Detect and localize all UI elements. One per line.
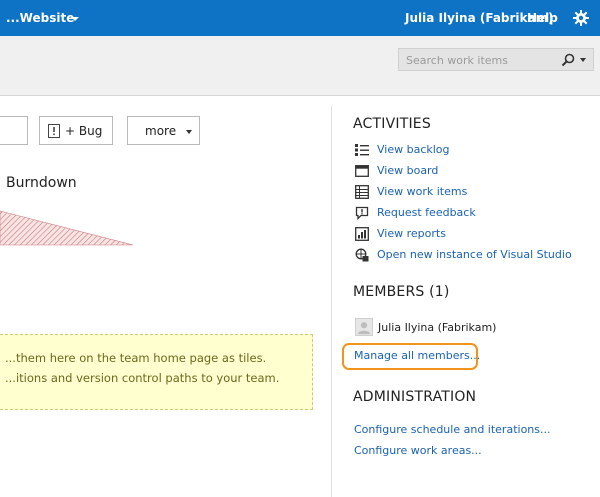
- new-bug-button[interactable]: + Bug: [39, 116, 113, 145]
- view-work-items-label: View work items: [377, 185, 468, 198]
- reports-icon: [355, 227, 369, 241]
- members-heading: MEMBERS (1): [353, 284, 450, 300]
- new-work-item-icon: [48, 124, 60, 138]
- view-board-link[interactable]: View board: [355, 163, 595, 179]
- burndown-chart[interactable]: [0, 208, 135, 248]
- feedback-bubble-icon: [355, 206, 369, 220]
- tip-box: ...them here on the team home page as ti…: [0, 334, 313, 410]
- member-name: Julia Ilyina (Fabrikam): [378, 321, 497, 334]
- open-visual-studio-label: Open new instance of Visual Studio: [377, 248, 572, 261]
- search-box[interactable]: [398, 48, 594, 71]
- request-feedback-link[interactable]: Request feedback: [355, 205, 595, 221]
- configure-schedule-link[interactable]: Configure schedule and iterations...: [354, 423, 551, 436]
- tip-line-2: ...itions and version control paths to y…: [5, 371, 280, 385]
- view-reports-label: View reports: [377, 227, 446, 240]
- work-items-grid-icon: [355, 185, 369, 199]
- chevron-down-icon[interactable]: [71, 17, 79, 21]
- project-name-link[interactable]: ...Website: [6, 11, 74, 25]
- new-item-button[interactable]: [0, 116, 28, 145]
- chevron-down-icon: [186, 130, 192, 134]
- panel-divider: [331, 106, 332, 497]
- configure-areas-link[interactable]: Configure work areas...: [354, 444, 482, 457]
- view-reports-link[interactable]: View reports: [355, 226, 595, 242]
- open-visual-studio-link[interactable]: Open new instance of Visual Studio: [355, 247, 595, 263]
- visual-studio-icon: [355, 248, 369, 262]
- more-button[interactable]: more: [127, 116, 200, 145]
- help-link[interactable]: Help: [527, 11, 558, 25]
- avatar-icon: [355, 318, 373, 336]
- more-label: more: [145, 124, 177, 138]
- gear-icon[interactable]: [573, 10, 589, 26]
- search-options-chevron-icon[interactable]: [580, 58, 586, 62]
- backlog-list-icon: [355, 144, 369, 156]
- view-board-label: View board: [377, 164, 439, 177]
- burndown-area: [0, 210, 134, 246]
- search-icon[interactable]: [561, 53, 575, 67]
- view-work-items-link[interactable]: View work items: [355, 184, 595, 200]
- member-item[interactable]: Julia Ilyina (Fabrikam): [355, 318, 595, 336]
- view-backlog-label: View backlog: [377, 143, 450, 156]
- top-bar: ...Website Julia Ilyina (Fabrikam) Help: [0, 0, 600, 36]
- search-input[interactable]: [406, 52, 556, 68]
- activities-heading: ACTIVITIES: [353, 116, 431, 132]
- new-bug-label: + Bug: [65, 124, 103, 138]
- request-feedback-label: Request feedback: [377, 206, 476, 219]
- view-backlog-link[interactable]: View backlog: [355, 142, 595, 158]
- burndown-title: Burndown: [6, 175, 77, 191]
- manage-all-members-link[interactable]: Manage all members...: [354, 349, 480, 362]
- tip-line-1: ...them here on the team home page as ti…: [5, 351, 267, 365]
- board-icon: [355, 165, 369, 177]
- administration-heading: ADMINISTRATION: [353, 389, 477, 405]
